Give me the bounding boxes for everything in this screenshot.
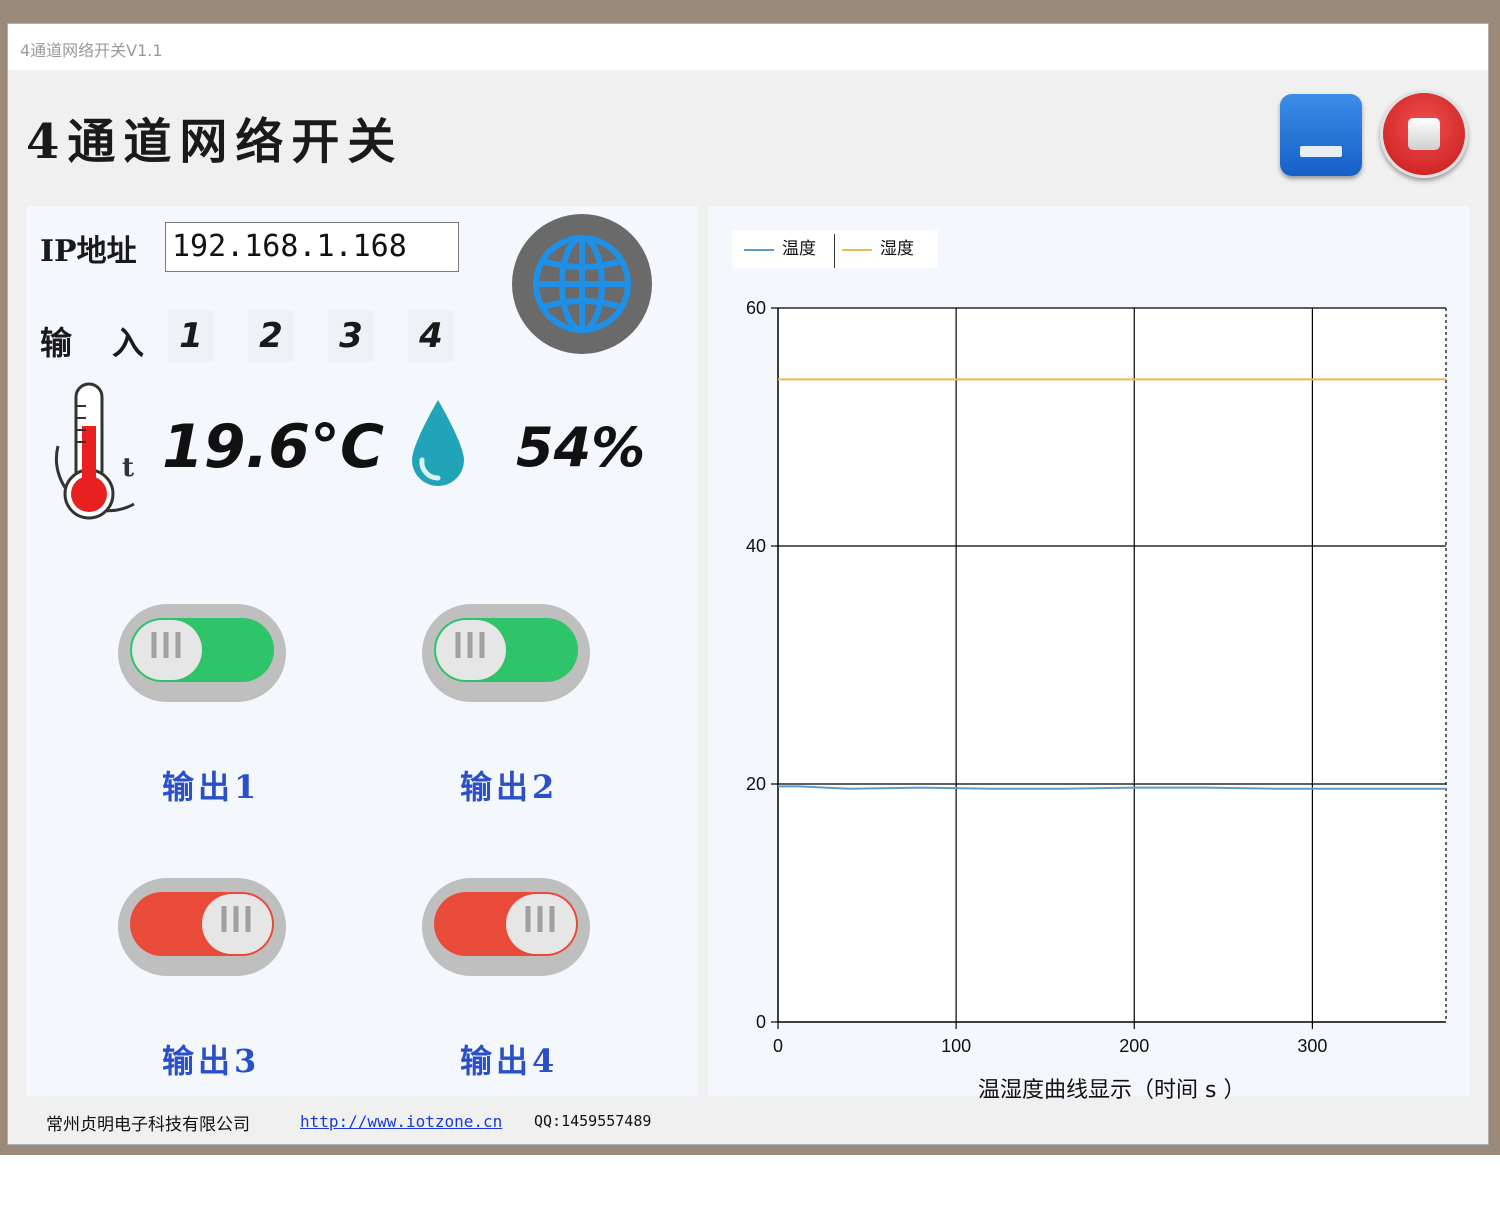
qq-contact: QQ:1459557489	[534, 1112, 652, 1130]
output-1-label: 输出1	[162, 768, 261, 806]
window-title: 4通道网络开关V1.1	[20, 41, 163, 60]
app-window: 4通道网络开关V1.1 4通道网络开关 IP地址 192.168.1.168 输…	[8, 24, 1488, 1144]
input-3-indicator: 3	[328, 310, 374, 362]
input-label: 输入	[40, 324, 185, 362]
legend-divider	[834, 234, 835, 268]
thermometer-icon: t	[54, 382, 135, 520]
output-4-toggle[interactable]	[420, 876, 592, 978]
x-tick-label: 100	[941, 1036, 971, 1056]
output-2-label: 输出2	[460, 768, 559, 806]
ip-label: IP地址	[40, 234, 137, 269]
output-3-label: 输出3	[162, 1042, 261, 1080]
company-name: 常州贞明电子科技有限公司	[46, 1115, 250, 1135]
chart-x-axis-label: 温湿度曲线显示（时间 s ）	[978, 1078, 1246, 1103]
output-2-toggle[interactable]	[420, 602, 592, 704]
close-button[interactable]	[1380, 90, 1468, 178]
temp-humidity-chart: 0 100 200 300 0 20 40 60	[746, 298, 1447, 1056]
x-tick-label: 200	[1119, 1036, 1149, 1056]
temperature-value: 19.6°C	[162, 412, 385, 482]
x-tick-label: 0	[773, 1036, 783, 1056]
legend-line-humidity	[842, 249, 872, 251]
input-1-indicator: 1	[168, 310, 214, 362]
legend-label-temperature: 温度	[782, 239, 816, 259]
legend-line-temperature	[744, 249, 774, 251]
humidity-value: 54%	[516, 416, 646, 479]
toggle-on-icon	[422, 604, 590, 702]
output-3-toggle[interactable]	[116, 876, 288, 978]
globe-icon	[533, 235, 631, 333]
y-tick-label: 60	[746, 298, 766, 318]
output-1-toggle[interactable]	[116, 602, 288, 704]
water-drop-icon	[412, 400, 464, 486]
toggle-on-icon	[118, 604, 286, 702]
ip-address-input[interactable]: 192.168.1.168	[165, 222, 459, 272]
minimize-button[interactable]	[1280, 94, 1362, 176]
toggle-off-icon	[422, 878, 590, 976]
svg-text:t: t	[122, 453, 134, 483]
toggle-off-icon	[118, 878, 286, 976]
chart-legend: 温度 湿度	[732, 230, 938, 268]
website-link[interactable]: http://www.iotzone.cn	[300, 1112, 502, 1131]
control-panel: IP地址 192.168.1.168 输入 1 2 3 4 t 19.6°C 5…	[26, 206, 698, 1096]
y-tick-label: 20	[746, 774, 766, 794]
app-title: 4通道网络开关	[26, 114, 404, 170]
y-tick-label: 40	[746, 536, 766, 556]
connect-button[interactable]	[512, 214, 652, 354]
title-bar[interactable]: 4通道网络开关V1.1	[8, 24, 1488, 70]
stop-icon	[1408, 118, 1440, 150]
chart-panel: 0 100 200 300 0 20 40 60 温度 湿度	[708, 206, 1470, 1096]
x-tick-label: 300	[1297, 1036, 1327, 1056]
input-4-indicator: 4	[408, 310, 454, 362]
legend-label-humidity: 湿度	[880, 239, 914, 259]
y-tick-label: 0	[756, 1012, 766, 1032]
input-2-indicator: 2	[248, 310, 294, 362]
plot-area	[778, 308, 1446, 1022]
output-4-label: 输出4	[460, 1042, 559, 1080]
minimize-icon	[1300, 146, 1342, 157]
